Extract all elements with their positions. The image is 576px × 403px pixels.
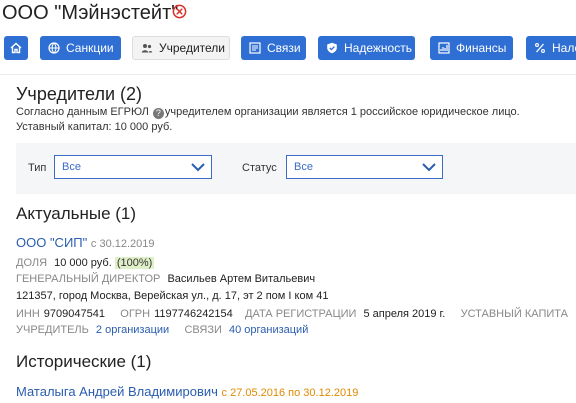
authorized-capital: Уставный капитал: 10 000 руб. — [16, 121, 173, 133]
tab-finance-label: Финансы — [456, 41, 507, 55]
tab-sanctions-label: Санкции — [66, 41, 114, 55]
status-filter-select[interactable]: Все — [286, 155, 443, 179]
tab-reliability[interactable]: Надежность — [318, 36, 415, 60]
chevron-down-icon — [191, 163, 205, 172]
globe-icon — [48, 42, 60, 54]
network-icon — [249, 42, 261, 54]
founder-entry-title: ООО "СИП" с 30.12.2019 — [16, 235, 155, 250]
people-icon — [141, 44, 153, 53]
tab-sanctions[interactable]: Санкции — [40, 36, 121, 60]
close-icon[interactable] — [172, 4, 187, 19]
home-button[interactable] — [4, 36, 28, 60]
historic-heading: Исторические (1) — [16, 352, 152, 371]
director-label: ГЕНЕРАЛЬНЫЙ ДИРЕКТОР — [16, 273, 161, 285]
registry-row: ИНН 9709047541 ОГРН 1197746242154 ДАТА РЕГ… — [16, 308, 572, 320]
section-toolbar: Санкции Учредители Связи Надежность Фина… — [0, 36, 576, 62]
company-title: ООО "Мэйнэстейт" — [2, 2, 179, 24]
links-count-link[interactable]: 40 организаций — [229, 324, 308, 336]
founder-company-link[interactable]: ООО "СИП" — [16, 235, 87, 250]
type-filter-label: Тип — [28, 162, 47, 174]
tab-reliability-label: Надежность — [344, 41, 412, 55]
tab-links-label: Связи — [267, 41, 301, 55]
address-text: 121357, город Москва, Верейская ул., д. … — [16, 290, 329, 302]
page-header: ООО "Мэйнэстейт" — [0, 0, 576, 26]
historic-entry-title: Маталыга Андрей Владимирович с 27.05.201… — [16, 384, 358, 399]
egrul-note-start: Согласно данным ЕГРЮЛ — [16, 106, 149, 118]
historic-person-link[interactable]: Маталыга Андрей Владимирович — [16, 384, 218, 399]
chevron-down-icon — [422, 163, 436, 172]
actual-heading: Актуальные (1) — [16, 204, 137, 223]
home-icon — [10, 42, 22, 54]
historic-period: с 27.05.2016 по 30.12.2019 — [221, 387, 359, 399]
ogrn-value: 1197746242154 — [154, 308, 233, 320]
relations-row: УЧРЕДИТЕЛЬ 2 организации СВЯЗИ 40 органи… — [16, 324, 308, 336]
share-value: 10 000 руб. — [54, 257, 112, 269]
founder-count-link[interactable]: 2 организации — [96, 324, 169, 336]
shield-check-icon — [327, 42, 337, 54]
help-icon[interactable]: ? — [152, 108, 164, 119]
capital-label: УСТАВНЫЙ КАПИТА — [460, 308, 568, 320]
director-name: Васильев Артем Витальевич — [167, 273, 316, 285]
ogrn-label: ОГРН — [120, 308, 151, 320]
tab-founders-label: Учредители — [159, 41, 226, 55]
share-percent: (100%) — [114, 257, 155, 269]
tab-links[interactable]: Связи — [241, 36, 306, 60]
egrul-note-end: учредителем организации является 1 росси… — [164, 106, 520, 118]
type-filter-value: Все — [62, 161, 81, 173]
links-count-label: СВЯЗИ — [184, 324, 222, 336]
share-label: ДОЛЯ — [16, 257, 48, 269]
percent-icon — [535, 43, 545, 53]
founders-heading: Учредители (2) — [16, 84, 143, 104]
reg-date-label: ДАТА РЕГИСТРАЦИИ — [245, 308, 357, 320]
type-filter-select[interactable]: Все — [54, 155, 212, 179]
director-row: ГЕНЕРАЛЬНЫЙ ДИРЕКТОР Васильев Артем Вита… — [16, 273, 315, 285]
chart-icon — [438, 42, 450, 54]
egrul-note: Согласно данным ЕГРЮЛ ? учредителем орган… — [16, 106, 520, 119]
tab-founders[interactable]: Учредители — [132, 36, 230, 60]
founder-since: с 30.12.2019 — [90, 238, 155, 250]
status-filter-value: Все — [294, 161, 313, 173]
inn-value: 9709047541 — [43, 308, 105, 320]
reg-date-value: 5 апреля 2019 г. — [363, 308, 446, 320]
share-row: ДОЛЯ 10 000 руб. (100%) — [16, 257, 155, 269]
tab-taxes[interactable]: Налог — [526, 36, 576, 60]
tab-finance[interactable]: Финансы — [430, 36, 513, 60]
tab-taxes-label: Налог — [552, 41, 576, 55]
founder-count-label: УЧРЕДИТЕЛЬ — [16, 324, 89, 336]
status-filter-label: Статус — [242, 162, 277, 174]
inn-label: ИНН — [16, 308, 40, 320]
